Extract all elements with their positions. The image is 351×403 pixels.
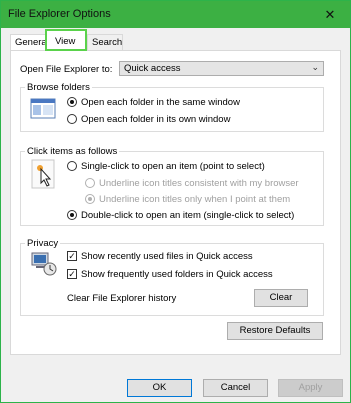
restore-defaults-button[interactable]: Restore Defaults [227, 322, 323, 340]
clear-history-label: Clear File Explorer history [67, 293, 177, 304]
ok-button[interactable]: OK [127, 379, 192, 397]
checkbox-recent-files-label: Show recently used files in Quick access [81, 251, 253, 262]
radio-single-click[interactable] [67, 161, 77, 171]
chevron-down-icon: ⌄ [311, 62, 319, 72]
browse-folders-title: Browse folders [25, 82, 92, 93]
tab-view[interactable]: View [45, 29, 87, 51]
radio-underline-browser[interactable] [85, 178, 95, 188]
apply-button[interactable]: Apply [278, 379, 343, 397]
title-bar: File Explorer Options ✕ [1, 1, 350, 28]
checkbox-recent-files[interactable]: ✓ [67, 251, 77, 261]
pointer-icon [31, 159, 55, 189]
close-icon: ✕ [324, 6, 336, 22]
radio-own-window[interactable] [67, 114, 77, 124]
radio-own-window-label: Open each folder in its own window [81, 114, 231, 125]
tab-general[interactable]: General [10, 34, 46, 51]
browse-folders-icon [30, 98, 56, 119]
privacy-icon [31, 252, 57, 276]
close-button[interactable]: ✕ [310, 1, 350, 28]
radio-single-click-label: Single-click to open an item (point to s… [81, 161, 265, 172]
open-to-dropdown[interactable]: Quick access ⌄ [119, 61, 324, 76]
radio-double-click[interactable] [67, 210, 77, 220]
tab-search[interactable]: Search [87, 34, 123, 51]
radio-underline-point-label: Underline icon titles only when I point … [99, 194, 291, 205]
open-to-label: Open File Explorer to: [20, 64, 113, 75]
privacy-title: Privacy [25, 238, 61, 249]
checkbox-frequent-folders[interactable]: ✓ [67, 269, 77, 279]
radio-double-click-label: Double-click to open an item (single-cli… [81, 210, 295, 221]
clear-button[interactable]: Clear [254, 289, 308, 307]
browse-folders-group [20, 87, 324, 132]
radio-same-window[interactable] [67, 97, 77, 107]
cancel-button[interactable]: Cancel [203, 379, 268, 397]
file-explorer-options-dialog: File Explorer Options ✕ General Search V… [0, 0, 351, 403]
radio-same-window-label: Open each folder in the same window [81, 97, 240, 108]
open-to-value: Quick access [124, 63, 181, 74]
checkbox-frequent-folders-label: Show frequently used folders in Quick ac… [81, 269, 273, 280]
radio-underline-browser-label: Underline icon titles consistent with my… [99, 178, 299, 189]
window-title: File Explorer Options [8, 8, 111, 20]
radio-underline-point[interactable] [85, 194, 95, 204]
click-items-title: Click items as follows [25, 146, 120, 157]
